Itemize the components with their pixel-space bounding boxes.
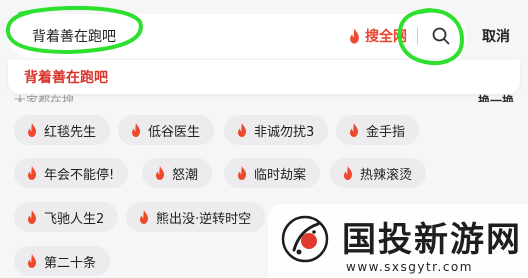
hot-tag-label: 怒潮 [172,167,199,183]
hot-tag-label: 热辣滚烫 [360,167,413,183]
flame-icon [28,254,36,268]
cancel-button[interactable]: 取消 [482,26,510,46]
suggestion-dropdown: 背着善在跑吧 [8,60,520,94]
hot-tag-label: 非诚勿扰3 [254,124,315,140]
suggestion-item[interactable]: 背着善在跑吧 [24,67,108,87]
hot-tag-label: 熊出没·逆转时空 [156,211,252,227]
hot-tag-label: 年会不能停! [44,167,115,183]
search-row: 搜全网 取消 [8,14,520,58]
hot-tag-label: 金手指 [366,124,406,140]
flame-icon [132,123,140,137]
hot-tag[interactable]: 红毯先生 [14,115,111,145]
flame-icon [238,166,246,180]
watermark-url: www.sxsgytr.com [346,260,473,274]
hot-tag[interactable]: 第二十条 [14,246,111,276]
flame-icon [28,210,36,224]
hot-tag[interactable]: 怒潮 [142,158,213,188]
search-icon [432,27,450,45]
search-page: 搜全网 取消 大家都在搜 换一换 背着善在跑吧 红毯先生 低谷医生 非诚勿扰3 [0,0,528,278]
hot-tag[interactable]: 飞驰人生2 [14,202,119,232]
flame-icon [350,123,358,137]
watermark: 国投新游网 www.sxsgytr.com [268,204,528,278]
watermark-logo-icon [281,215,329,263]
flame-icon [156,166,164,180]
hot-tag[interactable]: 临时劫案 [224,158,321,188]
hot-tag-label: 临时劫案 [254,167,307,183]
flame-icon [140,210,148,224]
flame-icon [28,123,36,137]
whole-net-label: 搜全网 [365,29,407,45]
search-button[interactable] [430,25,452,47]
search-whole-net-button[interactable]: 搜全网 [348,26,407,46]
watermark-name: 国投新游网 [342,220,522,260]
hot-tag[interactable]: 熊出没·逆转时空 [126,202,266,232]
hot-tag-label: 低谷医生 [148,124,201,140]
hot-tag-label: 飞驰人生2 [44,211,105,227]
hot-tag-label: 第二十条 [44,255,97,271]
hot-tag-label: 红毯先生 [44,124,97,140]
flame-icon [238,123,246,137]
flame-icon [344,166,352,180]
hot-tag[interactable]: 非诚勿扰3 [224,115,329,145]
divider [417,27,418,45]
hot-tag[interactable]: 年会不能停! [14,158,129,188]
search-input[interactable] [30,27,348,45]
search-box[interactable]: 搜全网 [8,14,466,58]
hot-tag[interactable]: 低谷医生 [118,115,215,145]
flame-icon [350,28,359,44]
hot-tag[interactable]: 热辣滚烫 [330,158,427,188]
flame-icon [28,166,36,180]
hot-tag[interactable]: 金手指 [336,115,420,145]
